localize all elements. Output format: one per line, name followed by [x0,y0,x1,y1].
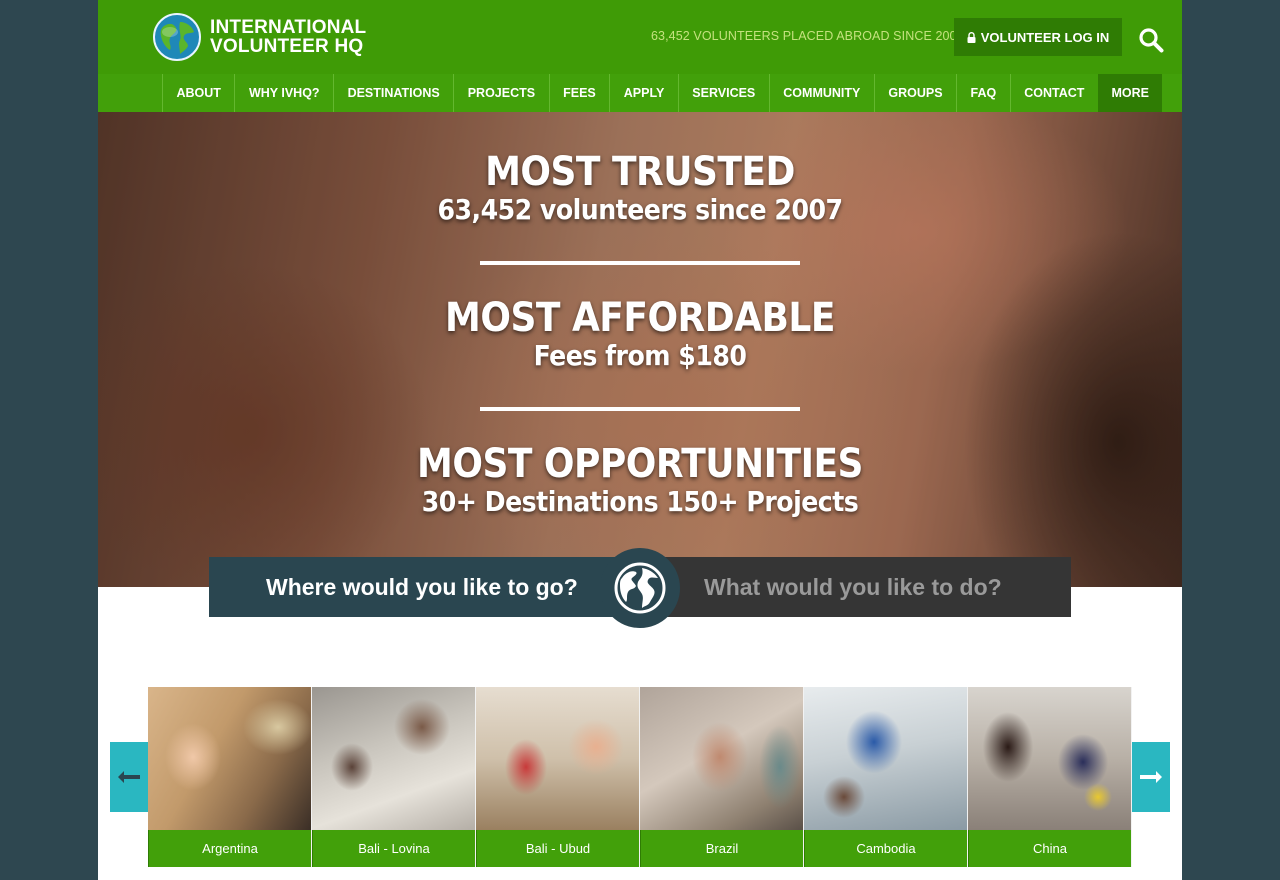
destination-label: Brazil [640,830,803,867]
nav-item-projects[interactable]: PROJECTS [453,74,548,112]
hero-banner: MOST TRUSTED 63,452 volunteers since 200… [98,112,1182,587]
destination-card-brazil[interactable]: Brazil [640,687,804,867]
destination-card-bali-ubud[interactable]: Bali - Ubud [476,687,640,867]
globe-badge [600,548,680,628]
nav-item-destinations[interactable]: DESTINATIONS [333,74,453,112]
project-prompt: What would you like to do? [704,573,1002,600]
carousel-prev-button[interactable] [110,742,148,812]
arrow-left-icon [118,771,140,783]
logo[interactable]: INTERNATIONAL VOLUNTEER HQ [152,11,366,63]
destination-label: China [968,830,1131,867]
volunteer-count-tagline: 63,452 VOLUNTEERS PLACED ABROAD SINCE 20… [651,29,964,43]
nav-list: ABOUT WHY IVHQ? DESTINATIONS PROJECTS FE… [162,74,1163,112]
logo-text: INTERNATIONAL VOLUNTEER HQ [210,18,366,56]
nav-item-fees[interactable]: FEES [548,74,610,112]
hero-subtitle: Fees from $180 [533,339,747,372]
destination-label: Cambodia [804,830,967,867]
destination-photo [968,687,1131,830]
destination-prompt: Where would you like to go? [266,573,578,600]
globe-logo-icon [153,13,201,61]
destination-photo [476,687,639,830]
destination-card-cambodia[interactable]: Cambodia [804,687,968,867]
nav-item-more[interactable]: MORE [1097,74,1163,112]
hero-block-trusted: MOST TRUSTED 63,452 volunteers since 200… [98,150,1182,226]
logo-line-2: VOLUNTEER HQ [210,36,364,57]
destination-photo [148,687,311,830]
program-search-bar: Where would you like to go? What would y… [209,548,1071,628]
hero-subtitle: 63,452 volunteers since 2007 [437,193,843,226]
destination-photo [312,687,475,830]
volunteer-login-button[interactable]: VOLUNTEER LOG IN [954,18,1122,56]
nav-item-groups[interactable]: GROUPS [873,74,956,112]
destination-photo [804,687,967,830]
nav-item-community[interactable]: COMMUNITY [768,74,874,112]
nav-item-why-ivhq[interactable]: WHY IVHQ? [234,74,333,112]
nav-item-contact[interactable]: CONTACT [1009,74,1098,112]
destination-selector[interactable]: Where would you like to go? [209,557,640,617]
globe-icon [614,562,666,614]
destination-card-argentina[interactable]: Argentina [148,687,312,867]
logo-line-1: INTERNATIONAL [210,17,367,38]
hero-title: MOST AFFORDABLE [445,295,835,341]
destination-label: Bali - Ubud [476,830,639,867]
hero-subtitle: 30+ Destinations 150+ Projects [421,485,859,518]
page: INTERNATIONAL VOLUNTEER HQ 63,452 VOLUNT… [98,0,1182,880]
login-label: VOLUNTEER LOG IN [980,29,1110,45]
project-selector[interactable]: What would you like to do? [640,557,1071,617]
nav-item-faq[interactable]: FAQ [956,74,1010,112]
nav-item-services[interactable]: SERVICES [677,74,769,112]
hero-block-opportunities: MOST OPPORTUNITIES 30+ Destinations 150+… [98,442,1182,518]
site-header: INTERNATIONAL VOLUNTEER HQ 63,452 VOLUNT… [98,0,1182,74]
destination-photo [640,687,803,830]
destination-label: Argentina [148,830,311,867]
hero-title: MOST OPPORTUNITIES [417,441,863,487]
destination-label: Bali - Lovina [312,830,475,867]
main-navigation: ABOUT WHY IVHQ? DESTINATIONS PROJECTS FE… [98,74,1182,112]
hero-divider [480,407,800,411]
destination-card-bali-lovina[interactable]: Bali - Lovina [312,687,476,867]
carousel-next-button[interactable] [1132,742,1170,812]
hero-title: MOST TRUSTED [485,149,795,195]
hero-block-affordable: MOST AFFORDABLE Fees from $180 [98,296,1182,372]
destination-carousel: Argentina Bali - Lovina Bali - Ubud Braz… [148,687,1132,867]
lock-icon [967,31,976,43]
arrow-right-icon [1140,771,1162,783]
destination-card-china[interactable]: China [968,687,1132,867]
search-icon[interactable] [1138,27,1164,53]
hero-divider [480,261,800,265]
nav-item-apply[interactable]: APPLY [609,74,678,112]
nav-item-about[interactable]: ABOUT [162,74,234,112]
